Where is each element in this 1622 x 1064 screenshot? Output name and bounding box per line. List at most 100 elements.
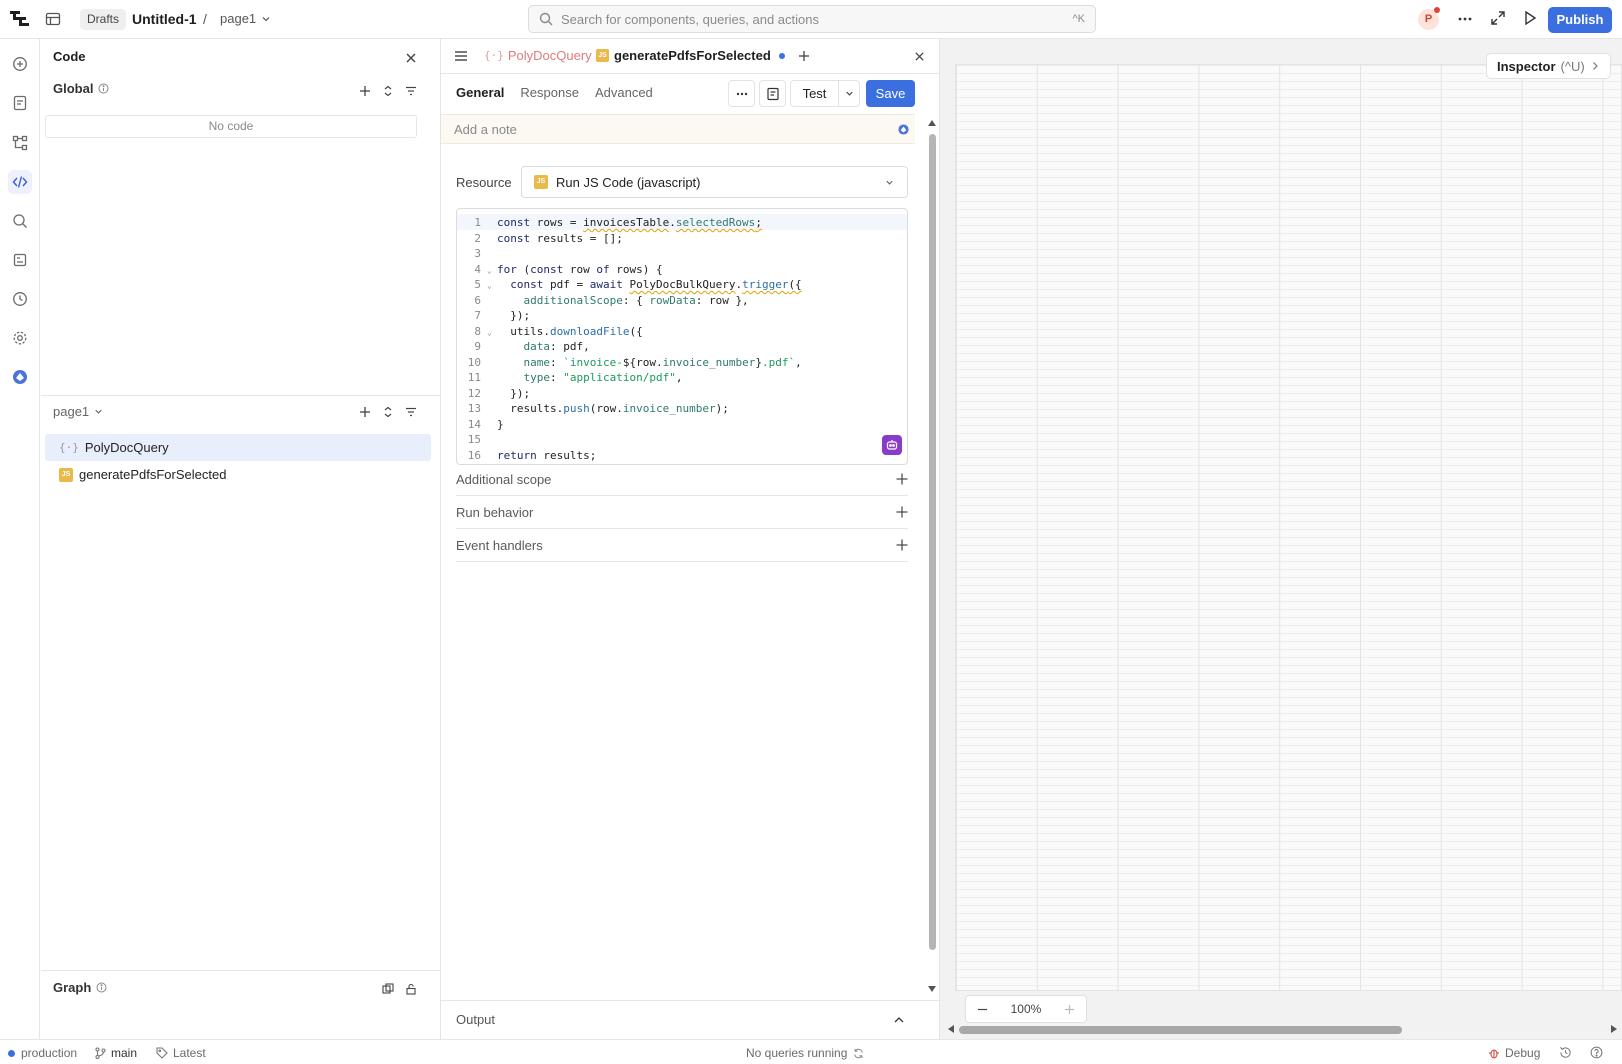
more-actions-button[interactable] [728,80,755,107]
output-label[interactable]: Output [456,1012,495,1027]
tab-label: PolyDocQuery [507,48,592,63]
section-event-handlers[interactable]: Event handlers [456,529,908,562]
code-editor[interactable]: 1 const rows = invoicesTable.selectedRows… [456,208,908,465]
plus-icon [896,539,908,551]
more-options-icon [735,87,749,101]
graph-section-header[interactable]: Graph [53,980,107,995]
code-line: 11 type: "application/pdf", [467,371,683,384]
section-additional-scope[interactable]: Additional scope [456,463,908,496]
vertical-scrollbar[interactable] [929,134,936,950]
code-line: 2 const results = []; [474,231,623,245]
branch-label: main [111,1046,138,1060]
zoom-out-icon[interactable] [977,1004,988,1015]
bug-icon [1488,1047,1500,1059]
toggle-panel-icon[interactable] [45,11,61,27]
more-options-icon[interactable] [1456,10,1474,28]
environment-label: production [21,1046,78,1060]
filter-icon[interactable] [401,402,421,422]
status-bar: production main Latest No queries runnin… [0,1039,1622,1064]
query-list-item-label: generatePdfsForSelected [79,467,227,482]
plus-icon [896,473,908,485]
page-section-header[interactable]: page1 [53,404,104,419]
scroll-down-arrow-icon[interactable] [927,985,937,997]
tab-generatepdfsforselected[interactable]: JS generatePdfsForSelected [596,48,785,63]
help-icon[interactable] [1590,1046,1603,1059]
open-graph-icon[interactable] [378,979,398,999]
canvas-grid[interactable] [955,64,1622,991]
tab-advanced[interactable]: Advanced [595,85,653,100]
close-icon[interactable] [401,48,421,68]
code-line: 10 name: `invoice-${row.invoice_number}.… [467,355,802,369]
search-input[interactable]: Search for components, queries, and acti… [561,12,1065,27]
save-button[interactable]: Save [866,80,915,107]
inspector-toggle[interactable]: Inspector (^U) [1486,53,1611,79]
query-braces-icon: {·} [484,49,504,62]
add-query-icon[interactable] [355,402,375,422]
code-line: 14} [467,417,504,431]
test-button[interactable]: Test [791,81,839,106]
add-component-icon[interactable] [8,52,32,76]
pages-icon[interactable] [8,91,32,115]
tab-response[interactable]: Response [520,85,579,100]
retool-logo-icon[interactable] [10,10,29,28]
hamburger-menu-icon[interactable] [454,49,468,63]
assist-icon[interactable] [8,365,32,389]
left-rail [0,39,40,1039]
tab-general[interactable]: General [456,85,504,100]
publish-button[interactable]: Publish [1548,7,1612,33]
code-panel: Code Global No code page1 {·} PolyDocQue… [41,39,441,1039]
debug-label: Debug [1505,1046,1541,1060]
history-icon[interactable] [1559,1046,1572,1059]
search-icon[interactable] [8,209,32,233]
environment-indicator[interactable]: production [8,1046,77,1060]
code-icon[interactable] [8,170,32,194]
component-tree-icon[interactable] [8,131,32,155]
code-line: 8 ⌄ utils.downloadFile({ [474,324,643,338]
tab-polydocquery[interactable]: {·} PolyDocQuery [484,48,592,63]
add-global-icon[interactable] [355,81,375,101]
state-icon[interactable] [8,248,32,272]
search-shortcut: ^K [1072,13,1086,25]
global-section-header[interactable]: Global [53,81,109,96]
canvas-area: Inspector (^U) 100% [940,39,1622,1039]
app-title[interactable]: Untitled-1 [132,11,197,27]
preview-play-icon[interactable] [1522,10,1538,26]
search-bar[interactable]: Search for components, queries, and acti… [528,5,1096,33]
scroll-left-arrow-icon[interactable] [947,1024,955,1034]
query-status: No queries running [746,1046,864,1060]
scroll-up-arrow-icon[interactable] [927,119,937,131]
chevron-down-icon[interactable] [839,88,859,99]
lock-icon[interactable] [401,979,421,999]
filter-icon[interactable] [401,81,421,101]
plus-icon [896,506,908,518]
notes-button[interactable] [759,80,786,107]
expand-collapse-icon[interactable] [378,81,398,101]
query-list-item[interactable]: {·} PolyDocQuery [45,434,431,461]
version-label: Latest [173,1046,206,1060]
close-icon[interactable] [914,51,925,62]
top-bar: Drafts Untitled-1 / page1 Search for com… [0,0,1622,39]
chevron-down-icon [884,177,895,188]
zoom-in-icon[interactable] [1064,1004,1075,1015]
add-tab-icon[interactable] [798,50,810,62]
section-run-behavior[interactable]: Run behavior [456,496,908,529]
branch-indicator[interactable]: main [95,1046,137,1060]
resource-select[interactable]: JS Run JS Code (javascript) [521,166,908,198]
settings-gear-icon[interactable] [8,326,32,350]
notification-dot [1434,7,1440,13]
history-icon[interactable] [8,287,32,311]
ai-assist-icon[interactable] [882,435,902,455]
query-list-item[interactable]: JS generatePdfsForSelected [45,461,431,488]
scroll-right-arrow-icon[interactable] [1610,1024,1618,1034]
page-selector[interactable]: page1 [220,11,272,26]
drafts-badge[interactable]: Drafts [80,9,127,30]
assist-icon[interactable] [897,123,910,136]
horizontal-scrollbar[interactable] [959,1026,1402,1034]
debug-button[interactable]: Debug [1488,1046,1540,1060]
expand-collapse-icon[interactable] [378,402,398,422]
code-line: 9 data: pdf, [474,340,590,353]
version-indicator[interactable]: Latest [156,1046,206,1060]
chevron-up-icon[interactable] [893,1014,905,1026]
expand-icon[interactable] [1490,10,1506,26]
note-input[interactable]: Add a note [454,122,517,137]
